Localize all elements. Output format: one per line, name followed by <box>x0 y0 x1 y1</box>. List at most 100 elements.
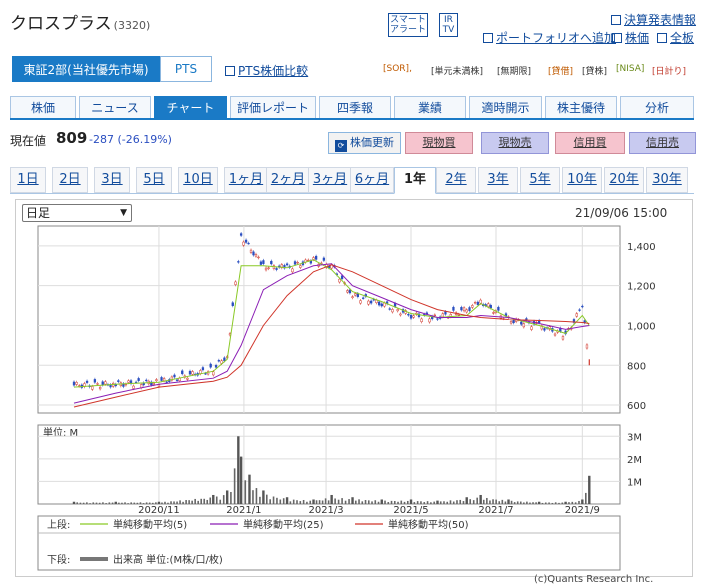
volume-bar <box>462 501 465 504</box>
volume-bar <box>233 468 236 504</box>
candle-body <box>497 306 500 311</box>
volume-bar <box>358 499 360 504</box>
volume-bar <box>108 502 111 504</box>
candle-body <box>457 314 460 316</box>
volume-y-tick-label: 1M <box>627 477 642 488</box>
candle-body <box>134 381 138 384</box>
volume-bar <box>523 502 525 504</box>
volume-bar <box>76 502 79 504</box>
candle-body <box>575 313 578 317</box>
volume-bar <box>148 502 151 504</box>
volume-bar <box>413 502 416 504</box>
volume-bar <box>588 475 591 504</box>
volume-bar <box>446 501 449 504</box>
candle-body <box>471 305 474 308</box>
candle-body <box>204 373 207 375</box>
candle-body <box>157 384 161 387</box>
candle-body <box>291 268 294 273</box>
volume-bar <box>554 502 557 504</box>
candle-body <box>212 371 215 376</box>
volume-bar <box>86 502 88 504</box>
volume-bar <box>426 501 429 504</box>
candle-body <box>367 300 370 305</box>
candle-body <box>388 308 391 310</box>
candle-body <box>396 309 399 312</box>
volume-bar <box>185 500 187 504</box>
x-tick-label: 2021/1 <box>226 505 261 516</box>
volume-bar <box>486 497 488 504</box>
candle-body <box>152 382 156 385</box>
volume-bar <box>393 501 396 504</box>
candle-body <box>267 267 270 269</box>
candle-body <box>314 255 318 260</box>
volume-bar <box>239 456 243 504</box>
legend-ma50-label: 単純移動平均(50) <box>388 518 469 531</box>
volume-bar <box>176 501 178 504</box>
volume-bar <box>197 500 199 504</box>
volume-bar <box>142 503 145 504</box>
volume-bar <box>219 499 222 504</box>
volume-bar <box>400 500 403 504</box>
x-tick-label: 2021/9 <box>565 505 600 516</box>
volume-bar <box>456 500 458 504</box>
candle-body <box>473 302 477 304</box>
volume-gridlines <box>38 425 620 504</box>
candle-body <box>351 296 354 298</box>
candle-body <box>433 314 436 316</box>
volume-bar <box>114 501 117 504</box>
candle-body <box>85 380 89 383</box>
candle-body <box>476 301 480 306</box>
volume-bar <box>289 501 292 504</box>
x-tick-label: 2021/5 <box>393 505 428 516</box>
volume-bar <box>188 500 190 504</box>
candle-body <box>585 344 589 349</box>
candle-body <box>444 311 447 315</box>
volume-bar <box>409 499 413 504</box>
volume-bar <box>265 494 268 504</box>
volume-bar <box>121 502 123 504</box>
volume-bar <box>321 500 324 504</box>
volume-y-tick-label: 3M <box>627 432 642 443</box>
volume-bar <box>390 500 393 504</box>
volume-bar <box>507 499 510 504</box>
volume-bar <box>327 500 330 504</box>
volume-unit: 単位: M <box>43 426 78 439</box>
volume-bar <box>262 490 265 504</box>
x-tick-label: 2021/7 <box>478 505 513 516</box>
volume-bar <box>397 501 399 504</box>
legend-lower-label: 下段: <box>47 553 70 566</box>
candle-body <box>237 261 240 263</box>
candle-body <box>530 326 533 330</box>
volume-bar <box>173 501 175 504</box>
stock-chart: 600 800 1,000 1,200 1,400 単位: M 1M 2M 3M 2020/… <box>37 225 656 571</box>
volume-bar <box>433 501 435 504</box>
chart-legend: 上段: 単純移動平均(5) 単純移動平均(25) 単純移動平均(50) 下段: … <box>37 515 621 571</box>
volume-bar <box>374 500 377 504</box>
volume-bar <box>423 502 426 504</box>
candle-body <box>231 302 234 306</box>
candle-body <box>522 323 525 328</box>
candle-body <box>188 370 192 375</box>
candle-body <box>346 290 349 293</box>
volume-bar <box>136 502 139 504</box>
candle-body <box>165 381 168 383</box>
volume-bar <box>98 502 101 504</box>
volume-bar <box>244 480 247 504</box>
volume-plot: 単位: M 1M 2M 3M <box>37 424 642 505</box>
volume-bar <box>406 500 409 504</box>
volume-bar <box>472 500 475 504</box>
price-y-tick-label: 1,400 <box>627 242 656 253</box>
candle-body <box>173 374 176 378</box>
volume-bar <box>212 494 215 504</box>
volume-bar <box>498 501 501 504</box>
volume-bar <box>504 501 507 504</box>
volume-bar <box>95 502 98 504</box>
candle-body <box>191 371 194 375</box>
candle-body <box>362 297 365 299</box>
volume-bar <box>292 499 295 504</box>
volume-bar <box>315 500 318 504</box>
candle-body <box>117 380 120 382</box>
candle-body <box>249 249 253 253</box>
candle-body <box>479 299 482 304</box>
volume-bar <box>337 499 340 504</box>
